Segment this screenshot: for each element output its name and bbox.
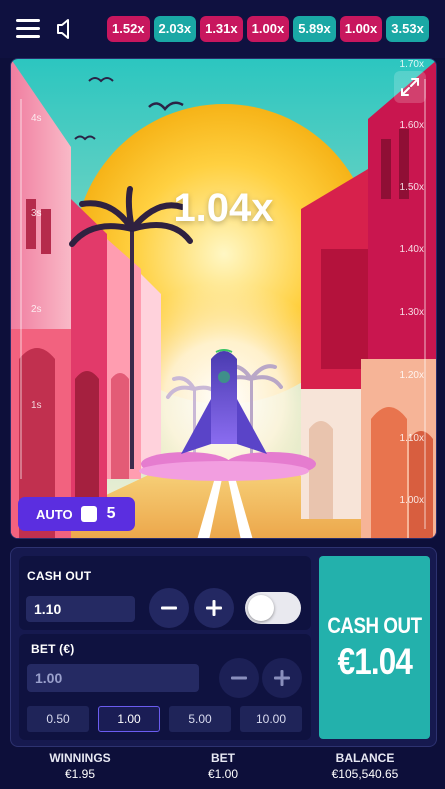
history-multiplier[interactable]: 2.03x xyxy=(153,16,197,42)
balance-label: BALANCE xyxy=(335,751,395,765)
bet-stat: BET €1.00 xyxy=(158,751,288,781)
history-multiplier[interactable]: 1.00x xyxy=(246,16,290,42)
auto-cashout-toggle[interactable] xyxy=(245,592,301,624)
minus-icon xyxy=(161,606,177,610)
auto-cashout-card: CASH OUT 1.10 xyxy=(19,556,311,630)
stats-footer: WINNINGS €1.95 BET €1.00 BALANCE €105,54… xyxy=(0,751,445,789)
cashout-multiplier-input[interactable]: 1.10 xyxy=(26,596,135,622)
multiplier-axis-label: 1.60x xyxy=(399,120,424,131)
cash-out-amount: €1.04 xyxy=(337,640,412,682)
plus-icon xyxy=(274,670,290,686)
game-scene: 1.04x 4s 3s 2s 1s 1.70x 1.60x 1.50x 1.40… xyxy=(10,58,437,539)
bet-amount-input[interactable]: 1.00 xyxy=(27,664,199,692)
cashout-decrease-button[interactable] xyxy=(149,588,189,628)
bet-decrease-button[interactable] xyxy=(219,658,259,698)
bet-total-label: BET xyxy=(211,751,235,765)
cashout-label: CASH OUT xyxy=(27,569,92,583)
multiplier-history: 1.52x 2.03x 1.31x 1.00x 5.89x 1.00x 3.53… xyxy=(107,16,429,42)
time-axis-label: 2s xyxy=(31,304,42,315)
history-multiplier[interactable]: 1.31x xyxy=(200,16,243,42)
multiplier-axis-label: 1.10x xyxy=(399,433,424,444)
cash-out-button-title: CASH OUT xyxy=(327,612,422,638)
quick-bet-button[interactable]: 10.00 xyxy=(240,706,302,732)
balance-value: €105,540.65 xyxy=(331,767,399,781)
cash-out-button[interactable]: CASH OUT €1.04 xyxy=(319,556,430,739)
winnings-value: €1.95 xyxy=(64,767,96,781)
time-axis-label: 4s xyxy=(31,113,42,124)
toggle-knob xyxy=(248,595,274,621)
history-multiplier[interactable]: 1.00x xyxy=(339,16,383,42)
time-axis-label: 1s xyxy=(31,400,42,411)
quick-bet-button[interactable]: 5.00 xyxy=(169,706,231,732)
winnings-label: WINNINGS xyxy=(49,751,111,765)
winnings-stat: WINNINGS €1.95 xyxy=(15,751,145,781)
quick-bet-button-selected[interactable]: 1.00 xyxy=(98,706,160,732)
auto-rounds-count: 5 xyxy=(106,505,116,522)
expand-icon xyxy=(401,78,419,96)
speaker-icon[interactable] xyxy=(56,18,74,40)
multiplier-axis-label: 1.20x xyxy=(399,370,424,381)
time-axis-label: 3s xyxy=(31,208,42,219)
bet-increase-button[interactable] xyxy=(262,658,302,698)
balance-stat: BALANCE €105,540.65 xyxy=(300,751,430,781)
auto-checkbox[interactable] xyxy=(80,506,97,522)
minus-icon xyxy=(231,676,247,680)
multiplier-axis-label: 1.40x xyxy=(399,244,424,255)
quick-bet-button[interactable]: 0.50 xyxy=(27,706,89,732)
bet-card: BET (€) 1.00 0.50 1.00 5.00 10.00 xyxy=(19,634,311,740)
auto-label: AUTO xyxy=(36,506,73,522)
bet-total-value: €1.00 xyxy=(207,767,239,781)
history-multiplier[interactable]: 1.52x xyxy=(107,16,150,42)
fullscreen-button[interactable] xyxy=(394,71,426,103)
hamburger-menu-icon[interactable] xyxy=(16,19,40,39)
top-bar: 1.52x 2.03x 1.31x 1.00x 5.89x 1.00x 3.53… xyxy=(0,0,445,58)
street-scene-illustration xyxy=(11,59,436,538)
bet-label: BET (€) xyxy=(31,642,75,656)
multiplier-axis-label: 1.50x xyxy=(399,182,424,193)
multiplier-axis-label: 1.30x xyxy=(399,307,424,318)
history-multiplier[interactable]: 5.89x xyxy=(293,16,336,42)
plus-icon xyxy=(206,600,222,616)
bet-controls-panel: CASH OUT 1.10 BET (€) 1.00 0.50 1.00 5.0… xyxy=(10,547,437,747)
auto-play-toggle[interactable]: AUTO 5 xyxy=(18,497,135,531)
multiplier-axis-label: 1.00x xyxy=(399,495,424,506)
current-multiplier: 1.04x xyxy=(173,186,274,230)
multiplier-axis-label: 1.70x xyxy=(399,59,424,70)
history-multiplier[interactable]: 3.53x xyxy=(386,16,429,42)
cashout-increase-button[interactable] xyxy=(194,588,234,628)
